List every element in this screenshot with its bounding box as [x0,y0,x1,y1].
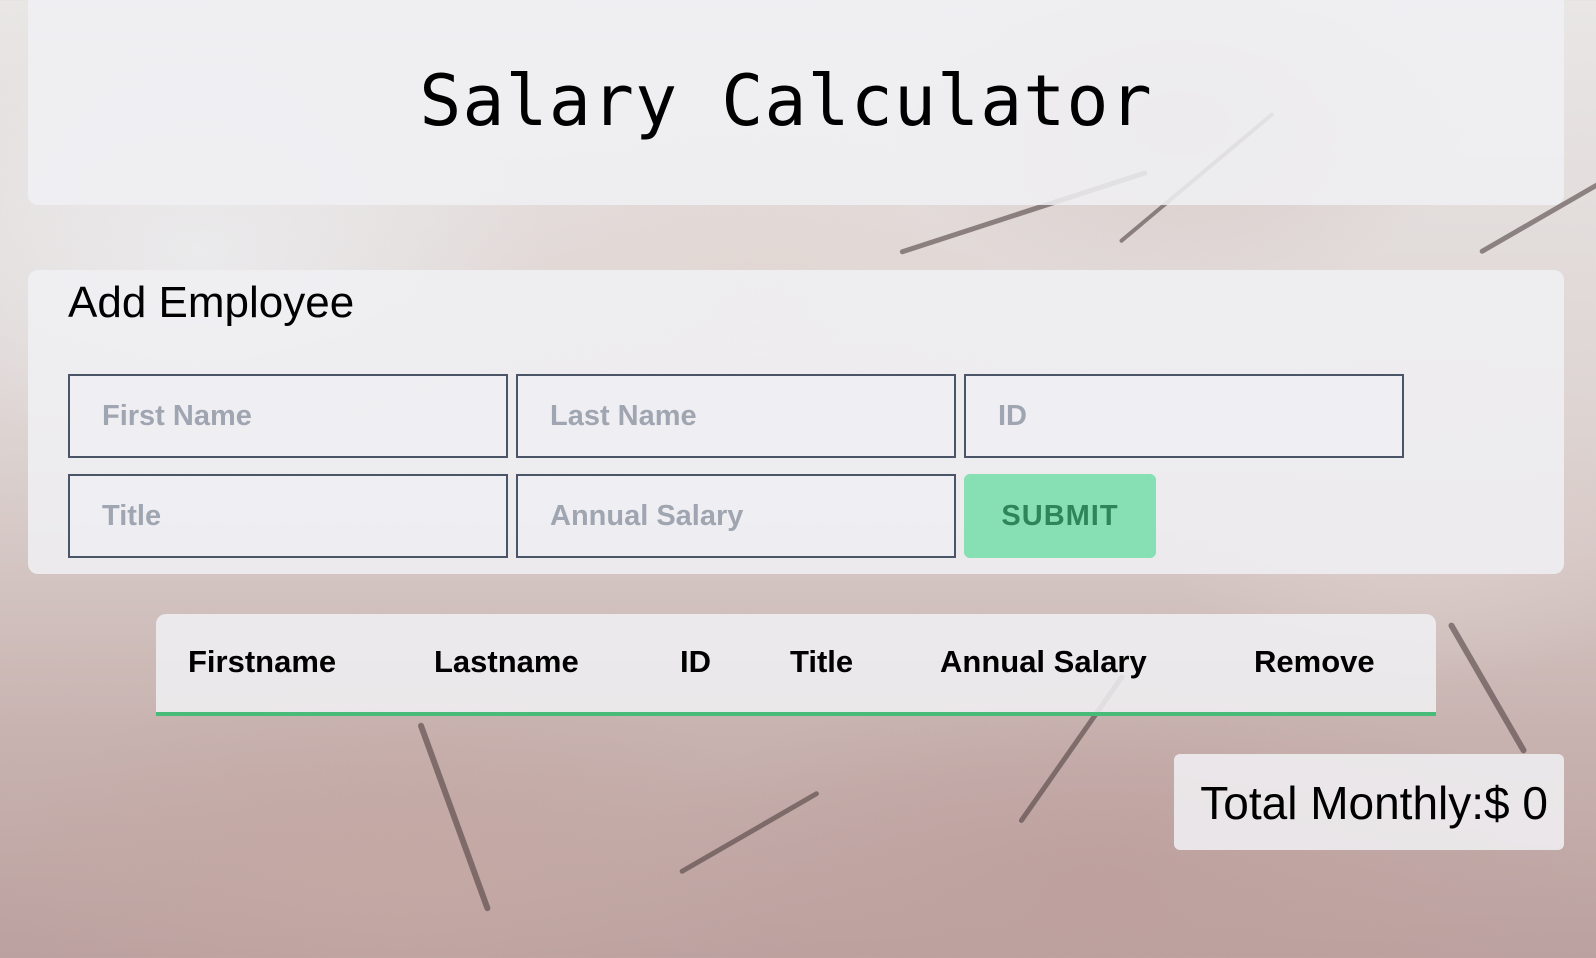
last-name-input[interactable] [516,374,956,458]
employee-table-header: Firstname Lastname ID Title Annual Salar… [156,614,1436,716]
column-header-id: ID [680,644,711,679]
id-input[interactable] [964,374,1404,458]
column-header-lastname: Lastname [434,644,579,679]
submit-button[interactable]: SUBMIT [964,474,1156,558]
column-header-firstname: Firstname [188,644,337,679]
annual-salary-input[interactable] [516,474,956,558]
page: { "header": { "title": "Salary Calculato… [0,0,1596,958]
column-header-annual-salary: Annual Salary [940,644,1147,679]
form-title: Add Employee [68,278,355,327]
header-panel: Salary Calculator [28,0,1564,205]
total-monthly: Total Monthly:$ 0 [1200,777,1548,829]
first-name-input[interactable] [68,374,508,458]
branch [417,721,492,912]
page-title: Salary Calculator [419,60,1153,142]
title-input[interactable] [68,474,508,558]
branch [1447,621,1528,755]
column-header-remove: Remove [1254,644,1375,679]
branch [678,790,820,875]
column-header-title: Title [790,644,854,679]
add-employee-form: Add Employee SUBMIT [28,270,1564,574]
total-monthly-panel: Total Monthly:$ 0 [1174,754,1564,850]
